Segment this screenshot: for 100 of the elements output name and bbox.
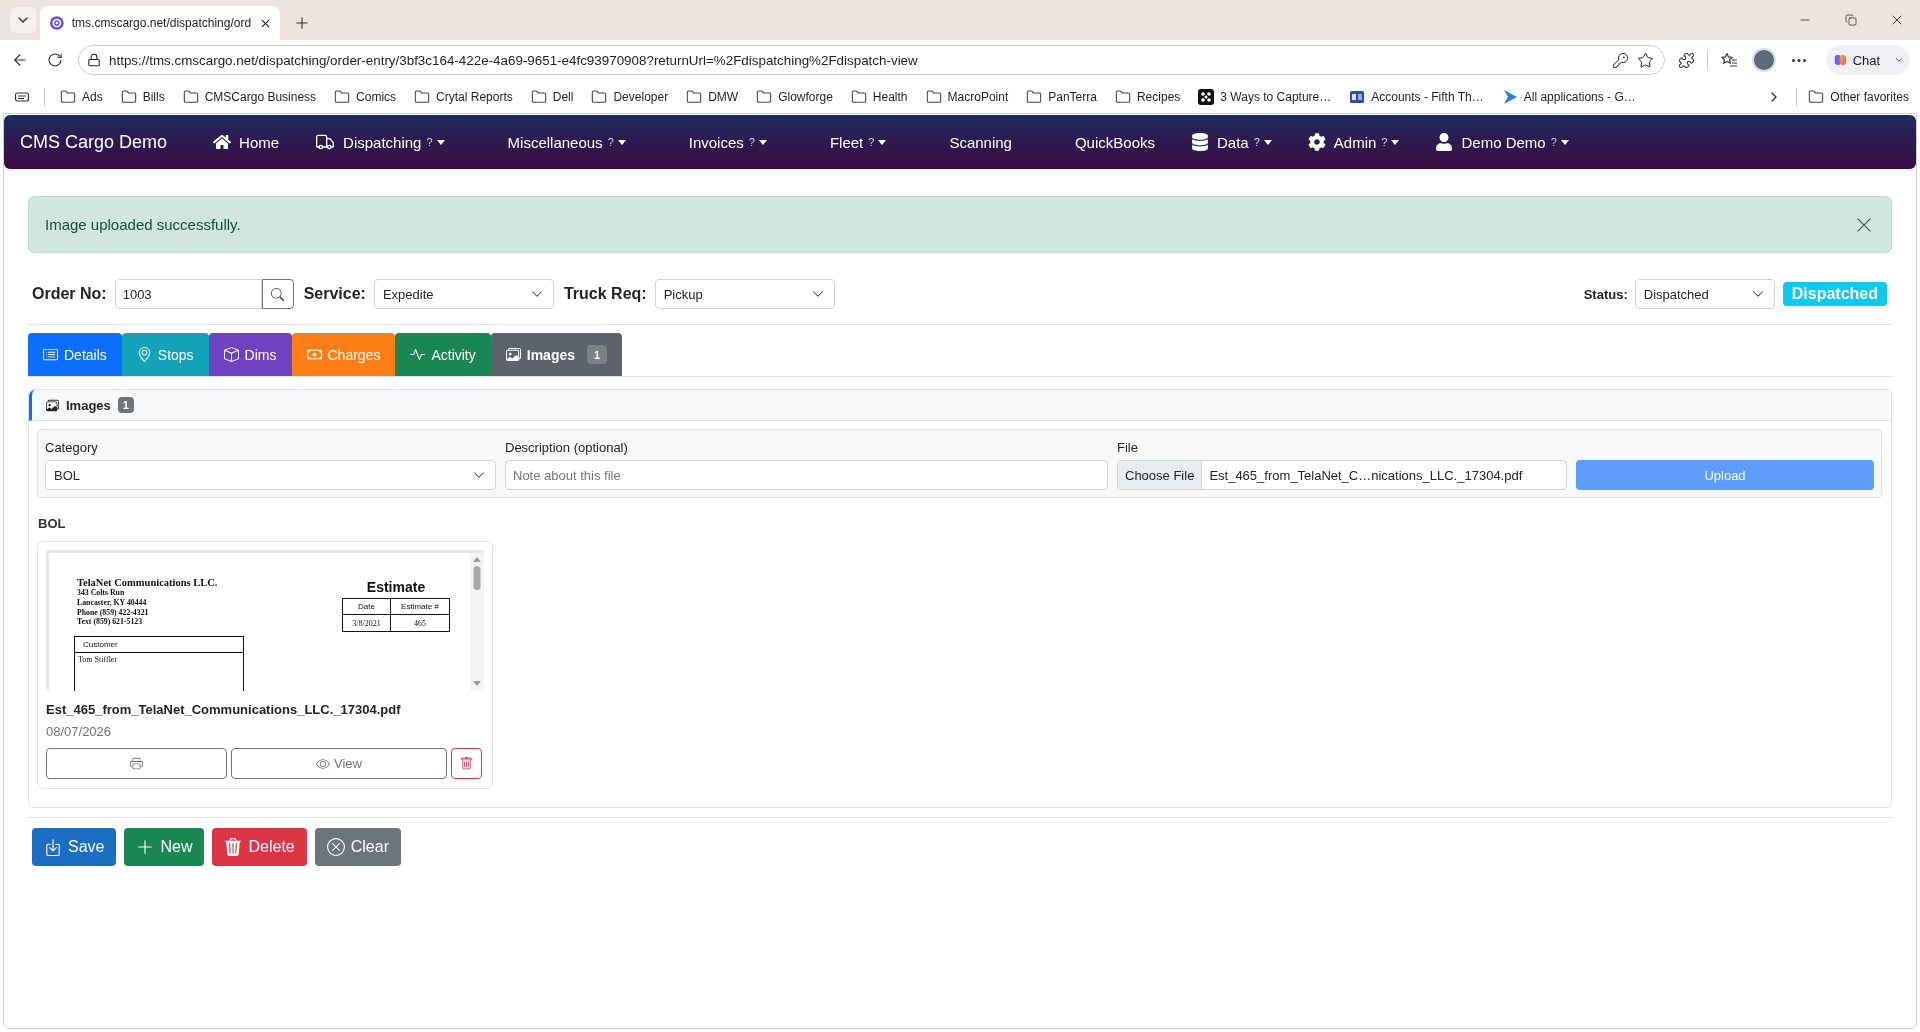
tab[interactable]: Details: [28, 333, 122, 376]
tab[interactable]: Images 1: [490, 333, 622, 376]
status-badge: Dispatched: [1782, 282, 1887, 306]
chat-button[interactable]: Chat: [1826, 45, 1910, 75]
nav-link[interactable]: Home: [213, 133, 280, 151]
tab[interactable]: Dims: [208, 333, 292, 376]
map-pin-icon: [136, 347, 152, 362]
selected-file-name: Est_465_from_TelaNet_C…nications_LLC._17304.pdf: [1208, 467, 1524, 483]
bookmark[interactable]: Accounts - Fifth Th…: [1346, 83, 1487, 110]
count-badge: 1: [117, 397, 134, 413]
ellipsis-icon: [1792, 58, 1806, 62]
activity-icon: [410, 347, 426, 362]
tab-list-button[interactable]: [10, 7, 36, 33]
description-field[interactable]: Note about this file: [505, 460, 1108, 490]
bookmark[interactable]: Dell: [527, 83, 577, 110]
nav-link[interactable]: Scanning: [949, 133, 1012, 151]
tab[interactable]: Activity: [395, 333, 491, 376]
database-icon: [1191, 133, 1209, 151]
folder-icon: [1808, 88, 1825, 105]
company-name: TelaNet Communications LLC.: [77, 577, 219, 588]
nav-link[interactable]: Miscellaneous ?: [507, 133, 626, 151]
field-label: Description (optional): [505, 440, 629, 455]
bookmark[interactable]: Glowforge: [753, 83, 836, 110]
view-button[interactable]: View: [231, 748, 447, 779]
delete-file-button[interactable]: [451, 748, 482, 779]
folder-icon: [530, 88, 547, 105]
file-field[interactable]: Choose File Est_465_from_TelaNet_C…nications_LLC._17304.pdf: [1117, 460, 1567, 490]
brand-link[interactable]: CMS Cargo Demo: [20, 131, 168, 153]
images-icon: [46, 398, 59, 412]
printer-icon: [130, 757, 143, 770]
folder-icon: [756, 88, 773, 105]
folder-icon: [591, 88, 608, 105]
service-select[interactable]: Expedite: [373, 279, 554, 309]
scrollbar[interactable]: [470, 553, 484, 691]
bookmark[interactable]: Bills: [117, 83, 168, 110]
document-title: Estimate: [366, 579, 426, 595]
bookmark[interactable]: MacroPoint: [922, 83, 1012, 110]
bookmark[interactable]: Ads: [57, 83, 106, 110]
customer-heading: Customer: [83, 640, 118, 650]
print-button[interactable]: [46, 748, 227, 779]
nav-link[interactable]: QuickBooks: [1074, 133, 1155, 151]
key-icon[interactable]: [1612, 51, 1629, 69]
bookmark[interactable]: 3 Ways to Capture…: [1195, 83, 1335, 110]
action-button[interactable]: Delete: [212, 828, 307, 866]
file-date: 08/07/2026: [46, 724, 113, 739]
action-button[interactable]: Save: [32, 828, 117, 866]
nav-link[interactable]: Invoices ?: [688, 133, 767, 151]
status-select[interactable]: Dispatched: [1634, 279, 1775, 309]
choose-file-button[interactable]: Choose File: [1118, 461, 1203, 489]
dots-tile-icon: [1198, 88, 1215, 105]
field-label: Order No:: [32, 285, 107, 303]
table-cell: 3/8/2021: [343, 615, 391, 631]
folder-icon: [182, 88, 199, 105]
star-list-icon: [1720, 51, 1738, 69]
bookmark[interactable]: Health: [847, 83, 911, 110]
bookmark[interactable]: Comics: [331, 83, 400, 110]
star-icon[interactable]: [1637, 51, 1654, 69]
folder-icon: [850, 88, 867, 105]
file-name: Est_465_from_TelaNet_Communications_LLC._17304.pdf: [46, 702, 402, 717]
box-icon: [223, 347, 239, 362]
bookmark[interactable]: Other favorites: [1805, 83, 1912, 110]
lock-icon[interactable]: [87, 53, 101, 67]
field-label: Service:: [303, 285, 366, 303]
panel-title: Images: [66, 397, 111, 413]
folder-icon: [1026, 88, 1043, 105]
nav-link[interactable]: Data ?: [1191, 133, 1272, 151]
browser-tab[interactable]: tms.cmscargo.net/dispatching/ord: [40, 6, 280, 40]
folder-icon: [120, 88, 137, 105]
search-icon: [271, 287, 285, 301]
search-button[interactable]: [261, 279, 294, 309]
avatar-icon: [1752, 48, 1776, 72]
bookmark[interactable]: CMSCargo Business: [179, 83, 320, 110]
nav-link[interactable]: Fleet ?: [829, 133, 887, 151]
ring-icon: [50, 15, 64, 31]
nav-link[interactable]: Dispatching ?: [315, 132, 445, 152]
alert-message: Image uploaded successfully.: [45, 216, 241, 233]
truck-select[interactable]: Pickup: [654, 279, 835, 309]
group-heading: BOL: [38, 516, 67, 531]
action-button[interactable]: Clear: [314, 828, 401, 866]
profile-button[interactable]: [1750, 46, 1778, 74]
bank-tile-icon: [1349, 88, 1366, 105]
gear-icon: [1307, 133, 1326, 151]
bookmark[interactable]: Developer: [588, 83, 672, 110]
order-number-field[interactable]: 1003: [114, 279, 262, 309]
folder-icon: [1114, 88, 1131, 105]
category-select[interactable]: BOL: [45, 460, 496, 490]
house-icon: [213, 133, 232, 151]
nav-link[interactable]: Demo Demo ?: [1435, 133, 1569, 151]
nav-link[interactable]: Admin ?: [1307, 133, 1400, 151]
table-header-cell: Date: [343, 599, 391, 615]
bookmark[interactable]: DMW: [683, 83, 742, 110]
bookmark[interactable]: Crytal Reports: [411, 83, 516, 110]
folder-icon: [686, 88, 703, 105]
bookmark[interactable]: PanTerra: [1023, 83, 1100, 110]
trash-icon: [460, 757, 473, 770]
bookmark[interactable]: All applications - G…: [1498, 83, 1639, 110]
folder-icon: [60, 88, 76, 105]
action-button[interactable]: New: [124, 828, 205, 866]
arrow-tile-icon: [1501, 88, 1518, 105]
bookmark[interactable]: Recipes: [1111, 83, 1184, 110]
